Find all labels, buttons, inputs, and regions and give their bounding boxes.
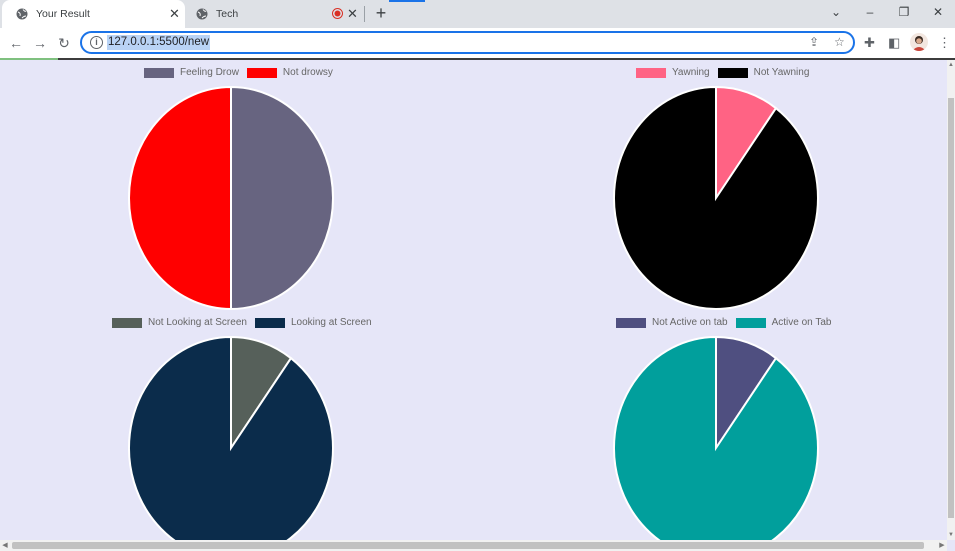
extensions-icon[interactable]: ✚ — [864, 35, 875, 51]
close-window-button[interactable]: ✕ — [921, 0, 955, 24]
tab-your-result[interactable]: Your Result ✕ — [2, 0, 185, 28]
globe-icon — [196, 8, 208, 20]
legend-label[interactable]: Not drowsy — [283, 67, 333, 78]
back-arrow-icon[interactable]: ← — [6, 33, 26, 53]
legend-label[interactable]: Yawning — [672, 67, 710, 78]
url-text[interactable]: 127.0.0.1:5500/new — [107, 35, 211, 50]
legend-swatch[interactable] — [112, 317, 142, 328]
legend-label[interactable]: Not Yawning — [754, 67, 810, 78]
legend-swatch[interactable] — [717, 67, 748, 78]
globe-icon — [16, 8, 28, 20]
pie-chart-yawning[interactable] — [611, 85, 821, 311]
tab-title: Your Result — [36, 8, 90, 20]
legend-label[interactable]: Feeling Drow — [180, 67, 239, 78]
legend-swatch[interactable] — [254, 317, 285, 328]
restore-button[interactable]: ❐ — [887, 0, 921, 24]
legend-drowsy: Feeling Drow Not drowsy — [144, 67, 341, 78]
scroll-up-arrow[interactable]: ▲ — [947, 60, 955, 70]
legend-tab: Not Active on tab Active on Tab — [616, 317, 839, 328]
side-panel-icon[interactable]: ◧ — [888, 35, 900, 51]
reload-icon[interactable]: ↻ — [54, 33, 74, 53]
legend-yawning: Yawning Not Yawning — [636, 67, 817, 78]
share-icon[interactable]: ⇪ — [809, 35, 819, 49]
tab-title: Tech — [216, 8, 239, 20]
new-tab-button[interactable]: + — [372, 4, 390, 24]
legend-swatch[interactable] — [246, 67, 277, 78]
horizontal-scrollbar[interactable]: ◀ ▶ — [0, 540, 947, 551]
legend-swatch[interactable] — [636, 67, 666, 78]
bookmark-star-icon[interactable]: ☆ — [834, 35, 845, 49]
pie-slice-not-drowsy[interactable] — [128, 85, 232, 311]
legend-label[interactable]: Not Active on tab — [652, 317, 728, 328]
address-bar[interactable]: i 127.0.0.1:5500/new ⇪ ☆ — [80, 31, 855, 54]
tab-indicator — [389, 0, 425, 2]
forward-arrow-icon[interactable]: → — [30, 33, 50, 53]
pie-slice-not-yawning[interactable] — [613, 85, 819, 310]
menu-kebab-icon[interactable]: ⋮ — [938, 35, 951, 51]
close-tab-icon[interactable]: ✕ — [169, 6, 180, 22]
pie-chart-drowsy[interactable] — [126, 85, 336, 311]
tab-strip: Your Result ✕ Tech ✕ + ⌄ – ❐ ✕ — [0, 0, 955, 28]
scroll-left-arrow[interactable]: ◀ — [0, 540, 10, 551]
profile-avatar[interactable] — [910, 33, 928, 51]
tab-divider — [364, 6, 365, 22]
vertical-scroll-thumb[interactable] — [948, 98, 954, 518]
legend-swatch[interactable] — [144, 67, 174, 78]
legend-screen: Not Looking at Screen Looking at Screen — [112, 317, 380, 328]
vertical-scrollbar[interactable]: ▲ ▼ — [947, 60, 955, 540]
pie-slice-looking-at-screen[interactable] — [128, 335, 334, 540]
horizontal-scroll-thumb[interactable] — [12, 542, 924, 549]
browser-toolbar: ← → ↻ i 127.0.0.1:5500/new ⇪ ☆ ✚ ◧ ⋮ — [0, 28, 955, 58]
pie-chart-tab[interactable] — [611, 335, 821, 540]
tab-tech[interactable]: Tech ✕ — [182, 0, 362, 28]
legend-label[interactable]: Active on Tab — [772, 317, 832, 328]
window-controls: ⌄ – ❐ ✕ — [819, 0, 955, 28]
legend-swatch[interactable] — [616, 317, 646, 328]
pie-chart-screen[interactable] — [126, 335, 336, 540]
scroll-down-arrow[interactable]: ▼ — [947, 530, 955, 540]
tab-search-icon[interactable]: ⌄ — [819, 0, 853, 24]
minimize-button[interactable]: – — [853, 0, 887, 24]
pie-slice-feeling-drow[interactable] — [230, 85, 334, 311]
pie-slice-active-on-tab[interactable] — [613, 335, 819, 540]
page-content: Feeling Drow Not drowsy Yawning Not Yawn… — [0, 60, 947, 540]
close-tab-icon[interactable]: ✕ — [347, 6, 358, 22]
legend-swatch[interactable] — [735, 317, 766, 328]
recording-icon — [332, 8, 343, 19]
browser-window: Your Result ✕ Tech ✕ + ⌄ – ❐ ✕ ← → ↻ i 1… — [0, 0, 955, 551]
site-info-icon[interactable]: i — [90, 36, 103, 49]
legend-label[interactable]: Looking at Screen — [291, 317, 372, 328]
scroll-right-arrow[interactable]: ▶ — [937, 540, 947, 551]
legend-label[interactable]: Not Looking at Screen — [148, 317, 247, 328]
